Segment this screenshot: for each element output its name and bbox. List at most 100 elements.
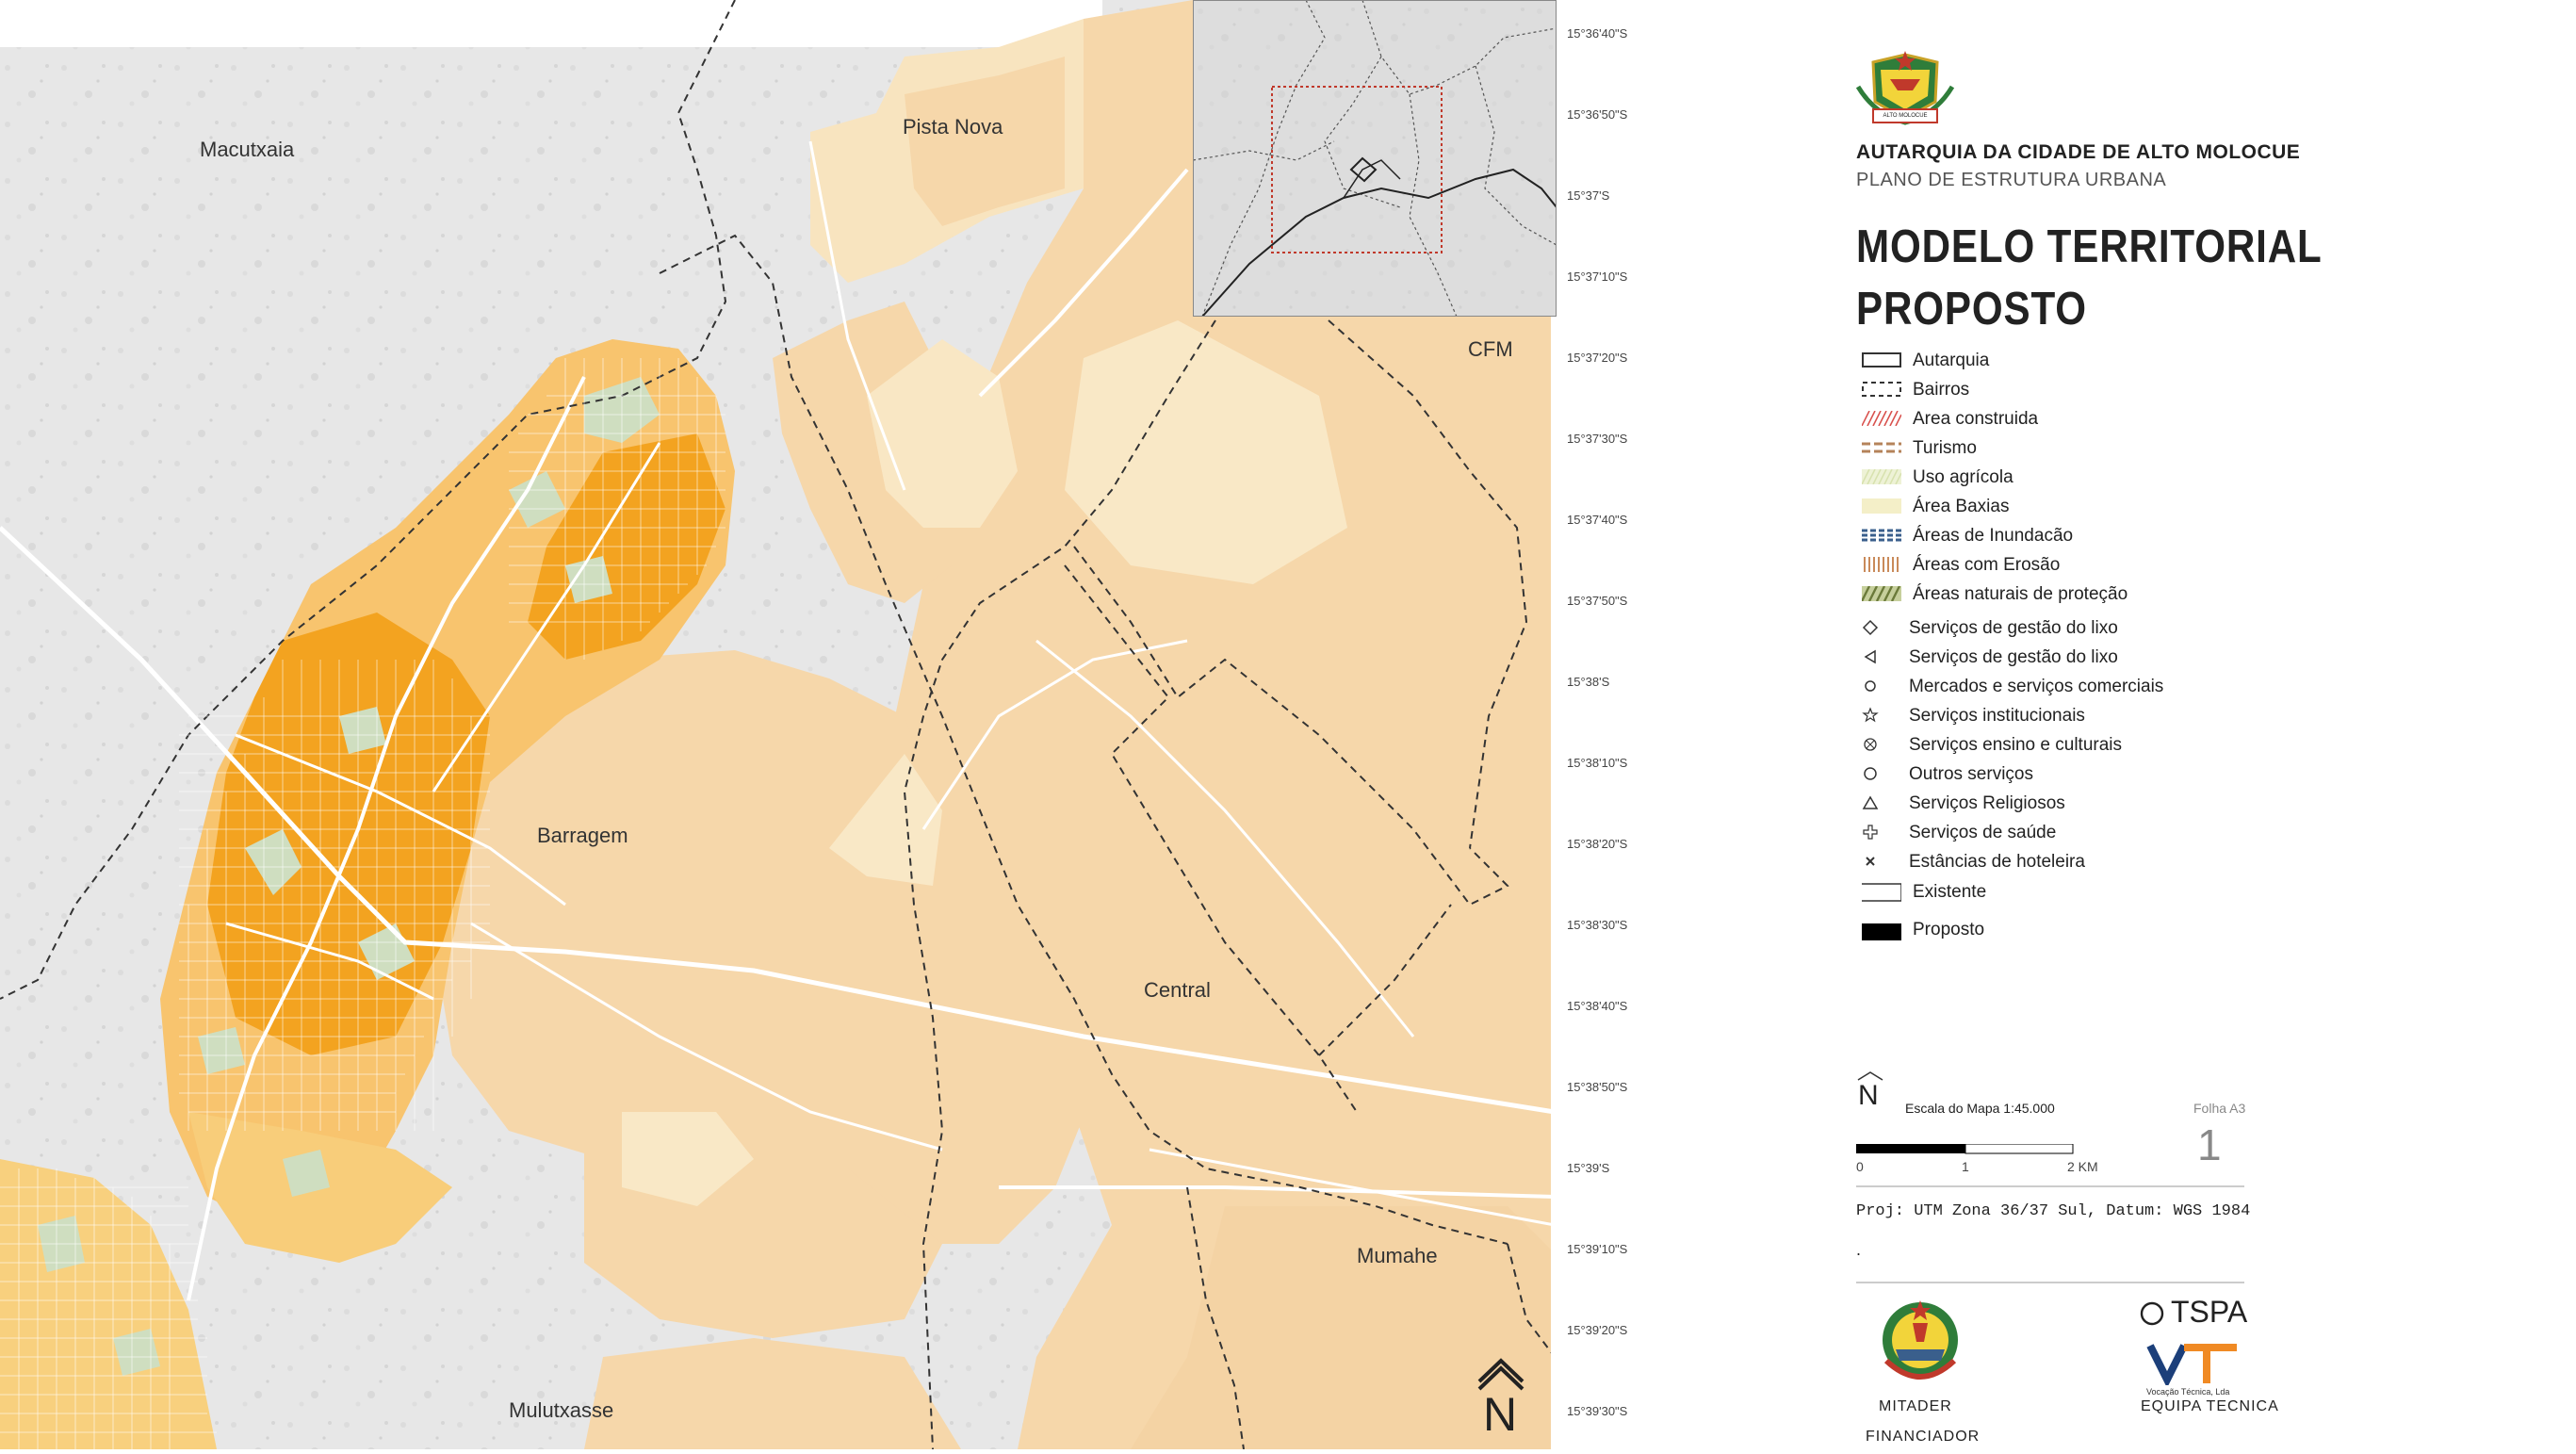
legend-label: Area construida (1913, 409, 2039, 429)
mozambique-emblem (1875, 1295, 1965, 1393)
legend-label: Mercados e serviços comerciais (1909, 677, 2164, 696)
tspa-logo-text: TSPA (2171, 1295, 2248, 1329)
legend-label: Serviços Religiosos (1909, 793, 2065, 813)
legend-label: Existente (1913, 882, 1987, 902)
legend-label: Turismo (1913, 438, 1977, 458)
legend-label: Áreas de Inundacão (1913, 526, 2074, 546)
place-label-mulutxasse: Mulutxasse (509, 1398, 614, 1422)
place-label-mumahe: Mumahe (1357, 1244, 1438, 1267)
crossed-circle-icon (1864, 738, 1877, 751)
circle-icon (1864, 767, 1877, 780)
scale-tick: 0 (1856, 1159, 1864, 1174)
vt-logo: Vocação Técnica, Lda (2146, 1342, 2250, 1402)
plan-name: PLANO DE ESTRUTURA URBANA (1856, 170, 2167, 190)
lat-tick: 15°37'S (1567, 188, 1610, 203)
place-label-macutxaia: Macutxaia (200, 138, 295, 161)
scale-text: Escala do Mapa 1:45.000 (1905, 1101, 2055, 1116)
lat-tick: 15°38'S (1567, 675, 1610, 689)
inset-locator-map (1192, 0, 1557, 318)
autarquia-outline-icon (1862, 352, 1901, 368)
place-label-barragem: Barragem (537, 824, 628, 847)
tspa-logo: TSPA (2139, 1295, 2252, 1332)
emblem-caption: ALTO MOLOCUE (1883, 113, 1928, 119)
legend-label: Autarquia (1913, 351, 1990, 370)
turismo-dashes-icon (1862, 442, 1901, 453)
protecao-hatch-icon (1862, 586, 1901, 601)
lat-tick: 15°39'30"S (1567, 1404, 1628, 1418)
divider (1856, 1185, 2244, 1187)
municipal-emblem: ALTO MOLOCUE (1855, 49, 1955, 126)
lat-tick: 15°36'40"S (1567, 26, 1628, 41)
bairros-dashed-icon (1862, 382, 1901, 397)
mozambique-emblem-icon (1883, 1300, 1958, 1380)
lat-tick: 15°38'20"S (1567, 837, 1628, 851)
area-construida-hatch-icon (1862, 411, 1901, 426)
legend-label: Serviços de gestão do lixo (1909, 647, 2118, 667)
sheet-number: 1 (2197, 1120, 2222, 1169)
legend-label: Serviços de gestão do lixo (1909, 618, 2118, 638)
legend-label: Áreas naturais de proteção (1913, 584, 2128, 604)
map-title-line2: PROPOSTO (1856, 284, 2087, 335)
legend-panel: ALTO MOLOCUE AUTARQUIA DA CIDADE DE ALTO… (1855, 0, 2576, 1449)
legend-label: Serviços ensino e culturais (1909, 735, 2122, 755)
legend-label: Estâncias de hoteleira (1909, 852, 2085, 872)
place-label-central: Central (1144, 978, 1211, 1002)
financiador-label: FINANCIADOR (1866, 1429, 1981, 1445)
lat-tick: 15°37'40"S (1567, 513, 1628, 527)
authority-name: AUTARQUIA DA CIDADE DE ALTO MOLOCUE (1856, 141, 2301, 163)
north-arrow: N (1477, 1353, 1524, 1444)
vt-logo-icon (2146, 1344, 2237, 1388)
north-arrow-label: N (1483, 1388, 1518, 1441)
tspa-circle-icon (2140, 1301, 2164, 1326)
lat-tick: 15°39'S (1567, 1161, 1610, 1175)
x-icon (1866, 857, 1875, 866)
north-arrow-icon (1477, 1358, 1524, 1391)
legend-label: Outros serviços (1909, 764, 2033, 784)
lat-tick: 15°38'30"S (1567, 918, 1628, 932)
diamond-icon (1862, 619, 1879, 636)
projection-dot: . (1856, 1240, 1862, 1259)
star-icon (1862, 707, 1879, 723)
legend-label: Proposto (1913, 920, 1985, 939)
lat-tick: 15°36'50"S (1567, 107, 1628, 122)
scale-tick: 2 KM (2067, 1159, 2098, 1174)
existente-outline-icon (1862, 883, 1901, 902)
legend-label: Áreas com Erosão (1913, 555, 2061, 575)
legend-label: Serviços institucionais (1909, 706, 2085, 726)
legend-label: Serviços de saúde (1909, 823, 2057, 842)
lat-tick: 15°37'10"S (1567, 270, 1628, 284)
map-title-line1: MODELO TERRITORIAL (1856, 221, 2323, 272)
place-label-cfm: CFM (1468, 337, 1513, 361)
uso-agricola-hatch-icon (1862, 469, 1901, 484)
scale-block: N Escala do Mapa 1:45.000 Folha A3 1 0 1… (1856, 1070, 2252, 1202)
legend: Autarquia Bairros Area construida Turism… (1856, 351, 2516, 972)
lat-tick: 15°37'50"S (1567, 594, 1628, 608)
inundacao-dashes-icon (1862, 529, 1901, 542)
lat-tick: 15°38'50"S (1567, 1080, 1628, 1094)
area-baxias-fill-icon (1862, 498, 1901, 514)
lat-tick: 15°38'10"S (1567, 756, 1628, 770)
proposto-filled-icon (1862, 923, 1901, 940)
small-circle-icon (1865, 680, 1876, 692)
equipa-label: EQUIPA TECNICA (2141, 1398, 2279, 1414)
legend-label: Área Baxias (1913, 497, 2010, 516)
triangle-up-icon (1862, 795, 1879, 809)
projection-text: Proj: UTM Zona 36/37 Sul, Datum: WGS 198… (1856, 1202, 2251, 1220)
scale-bar (1856, 1144, 2074, 1154)
erosao-hatch-icon (1864, 557, 1899, 572)
triangle-left-icon (1864, 649, 1876, 664)
vt-caption: Vocação Técnica, Lda (2146, 1387, 2230, 1397)
north-label: N (1858, 1080, 1879, 1111)
lat-tick: 15°38'40"S (1567, 999, 1628, 1013)
sheet-label: Folha A3 (2193, 1101, 2246, 1116)
scale-tick: 1 (1962, 1159, 1969, 1174)
lat-tick: 15°39'10"S (1567, 1242, 1628, 1256)
plus-icon (1863, 825, 1878, 840)
lat-tick: 15°37'30"S (1567, 432, 1628, 446)
lat-tick: 15°37'20"S (1567, 351, 1628, 365)
lat-tick: 15°39'20"S (1567, 1323, 1628, 1337)
mitader-label: MITADER (1879, 1398, 1952, 1414)
legend-label: Uso agrícola (1913, 467, 2014, 487)
divider (1856, 1282, 2244, 1283)
legend-label: Bairros (1913, 380, 1970, 400)
